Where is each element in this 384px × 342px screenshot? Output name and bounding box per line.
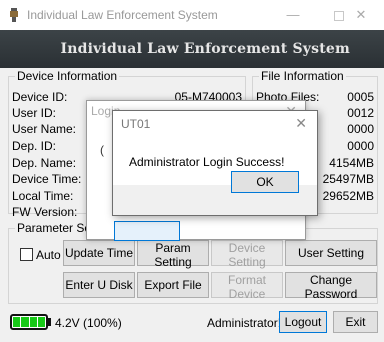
message-text: Administrator Login Success! <box>129 155 285 169</box>
banner-title: Individual Law Enforcement System <box>60 41 350 57</box>
battery-status: 4.2V (100%) <box>55 316 122 330</box>
window-close-button[interactable]: ✕ <box>338 0 384 30</box>
message-box: UT01 ✕ Administrator Login Success! OK <box>112 110 318 216</box>
battery-cell <box>21 317 29 327</box>
user-setting-button[interactable]: User Setting <box>285 240 377 266</box>
battery-tip-icon <box>48 318 51 326</box>
export-file-button[interactable]: Export File <box>137 272 209 298</box>
login-submit-button[interactable] <box>114 221 180 241</box>
photo-files-value: 0005 <box>347 90 374 104</box>
parameter-settings-title: Parameter Se <box>15 221 94 235</box>
device-info-title: Device Information <box>15 69 120 83</box>
file-count-value: 0012 <box>347 106 374 120</box>
app-banner: Individual Law Enforcement System <box>0 30 384 68</box>
dep-name-label: Dep. Name: <box>12 156 77 170</box>
main-window: Individual Law Enforcement System — ✕ In… <box>0 0 384 342</box>
window-titlebar: Individual Law Enforcement System — ✕ <box>0 0 384 30</box>
message-box-title: UT01 <box>121 117 151 131</box>
logout-button[interactable]: Logout <box>279 311 327 333</box>
format-device-button[interactable]: Format Device <box>211 272 283 301</box>
device-time-label: Device Time: <box>12 172 82 186</box>
auto-label: Auto <box>36 248 61 262</box>
app-icon <box>10 8 18 22</box>
message-close-icon[interactable]: ✕ <box>295 115 307 132</box>
window-title: Individual Law Enforcement System <box>27 8 218 22</box>
user-name-label: User Name: <box>12 122 77 136</box>
update-time-button[interactable]: Update Time <box>63 240 135 266</box>
minimize-button[interactable]: — <box>270 0 316 30</box>
user-id-label: User ID: <box>12 106 57 120</box>
battery-cell <box>37 317 45 327</box>
file-count-value: 0000 <box>347 122 374 136</box>
local-time-label: Local Time: <box>12 189 74 203</box>
file-info-title: File Information <box>259 69 346 83</box>
storage-value: 4154MB <box>329 156 374 170</box>
battery-icon <box>10 314 48 330</box>
dep-id-label: Dep. ID: <box>12 139 57 153</box>
battery-cell <box>13 317 21 327</box>
param-setting-button[interactable]: Param Setting <box>137 240 209 269</box>
exit-button[interactable]: Exit <box>333 311 378 333</box>
battery-cell <box>29 317 37 327</box>
device-id-label: Device ID: <box>12 90 68 104</box>
ok-button[interactable]: OK <box>231 171 299 193</box>
enter-u-disk-button[interactable]: Enter U Disk <box>63 272 135 298</box>
change-password-button[interactable]: Change Password <box>285 272 377 301</box>
device-setting-button[interactable]: Device Setting <box>211 240 283 269</box>
user-role: Administrator! <box>207 316 282 330</box>
file-count-value: 0000 <box>347 139 374 153</box>
fw-version-label: FW Version: <box>12 205 78 219</box>
login-field-label: ( <box>100 143 104 157</box>
auto-checkbox[interactable] <box>20 248 33 261</box>
